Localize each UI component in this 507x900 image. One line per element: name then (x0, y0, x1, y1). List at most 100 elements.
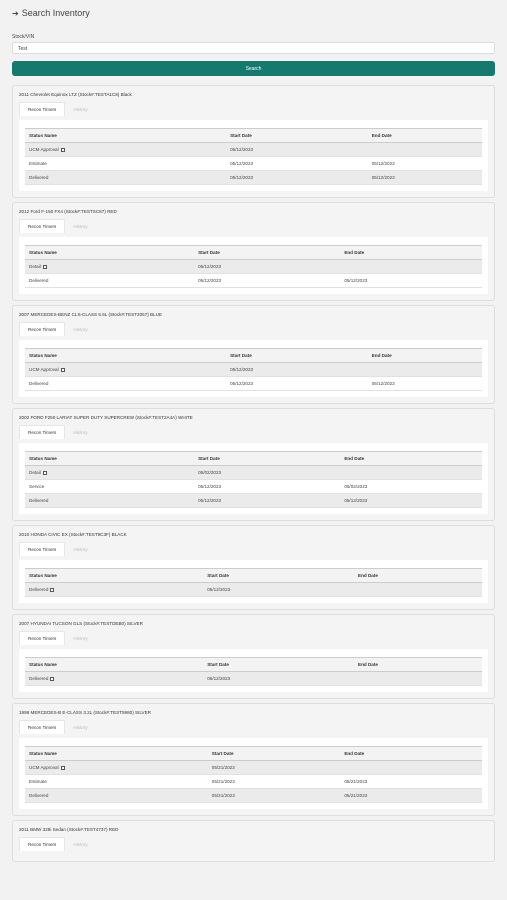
table-row: UCM Approval 05/21/2023 (25, 760, 482, 775)
status-cell[interactable]: Delivered (25, 582, 204, 597)
external-link-icon[interactable] (50, 587, 55, 592)
recon-timers-panel: Status Name Start Date End Date UCM Approva… (19, 738, 488, 809)
table-row: Delivered 05/12/2023 (25, 671, 482, 686)
vehicle-tabs: Recon Timers History (19, 425, 488, 439)
tab-history[interactable]: History (65, 542, 95, 556)
vehicle-card: 2012 Ford F-150 FX4 (Stock#:TESTSC87) RE… (12, 202, 495, 301)
stock-vin-input[interactable]: Test (12, 42, 495, 54)
search-button[interactable]: Search (12, 61, 495, 76)
tab-recon-timers[interactable]: Recon Timers (19, 720, 66, 734)
tab-history[interactable]: History (65, 102, 95, 116)
table-row: Delivered 05/21/2023 05/21/2023 (25, 788, 482, 803)
external-link-icon[interactable] (60, 765, 65, 770)
vehicle-title: 2011 BMW 328i Sedan (Stock#:TEST4737) RE… (19, 826, 119, 832)
tab-history[interactable]: History (65, 837, 95, 851)
status-cell[interactable]: UCM Approval (25, 760, 208, 775)
column-header: End Date (340, 451, 482, 466)
end-date-cell (354, 582, 482, 597)
status-name[interactable]: UCM Approval (29, 147, 59, 152)
table-row: Estimate 05/12/2023 05/12/2023 (25, 156, 482, 171)
tab-recon-timers[interactable]: Recon Timers (19, 425, 66, 439)
start-date-cell: 05/12/2023 (194, 493, 341, 508)
status-cell[interactable]: Detail (25, 259, 195, 274)
page-title: Search Inventory (21, 8, 90, 18)
external-link-icon[interactable] (60, 367, 65, 372)
tab-recon-timers[interactable]: Recon Timers (19, 837, 66, 851)
status-cell[interactable]: Detail (25, 465, 195, 480)
status-name[interactable]: Detail (29, 470, 41, 475)
stock-vin-label: Stock/VIN (12, 34, 35, 40)
status-cell[interactable]: Delivered (25, 671, 204, 686)
tab-history[interactable]: History (65, 219, 95, 233)
external-link-icon[interactable] (42, 264, 47, 269)
column-header: End Date (367, 348, 482, 363)
column-header: Start Date (207, 746, 341, 761)
status-name[interactable]: UCM Approval (29, 765, 59, 770)
status-cell: Delivered (25, 273, 195, 288)
tab-recon-timers[interactable]: Recon Timers (19, 219, 66, 233)
search-inventory-page: ➔ Search Inventory Stock/VIN Test Search… (0, 0, 507, 900)
start-date-cell: 05/12/2023 (226, 156, 368, 171)
status-name: Service (29, 484, 45, 489)
column-header: Status Name (25, 245, 195, 260)
end-date-cell: 05/21/2023 (340, 788, 482, 803)
vehicle-tabs: Recon Timers History (19, 837, 488, 851)
column-header: Status Name (25, 128, 227, 143)
vehicle-tabs: Recon Timers History (19, 720, 488, 734)
external-link-icon[interactable] (50, 676, 55, 681)
vehicle-title: 2011 Chevrolet Equinox LTZ (Stock#:TESTA… (19, 91, 132, 97)
end-date-cell: 05/12/2023 (367, 170, 482, 185)
tab-recon-timers[interactable]: Recon Timers (19, 631, 66, 645)
status-cell: Estimate (25, 774, 208, 789)
vehicle-tabs: Recon Timers History (19, 322, 488, 336)
status-cell: Delivered (25, 170, 227, 185)
table-row: Service 05/12/2023 05/02/2023 (25, 479, 482, 494)
tab-history[interactable]: History (65, 322, 95, 336)
vehicle-card: 2011 BMW 328i Sedan (Stock#:TEST4737) RE… (12, 820, 495, 862)
status-name[interactable]: Delivered (29, 587, 48, 592)
vehicle-list: 2011 Chevrolet Equinox LTZ (Stock#:TESTA… (12, 85, 495, 862)
column-header: Status Name (25, 746, 208, 761)
status-cell: Estimate (25, 156, 227, 171)
status-name[interactable]: Delivered (29, 676, 48, 681)
status-name[interactable]: UCM Approval (29, 367, 59, 372)
tab-recon-timers[interactable]: Recon Timers (19, 322, 66, 336)
recon-timers-table: Status Name Start Date End Date Delivered 05… (25, 568, 482, 597)
tab-history[interactable]: History (65, 720, 95, 734)
start-date-cell: 05/12/2023 (194, 259, 341, 274)
tab-recon-timers[interactable]: Recon Timers (19, 542, 66, 556)
tab-history[interactable]: History (65, 631, 95, 645)
column-header: End Date (354, 568, 482, 583)
column-header: Status Name (25, 568, 204, 583)
tab-history[interactable]: History (65, 425, 95, 439)
vehicle-card: 2010 HONDA CIVIC EX (Stock#:TEST9C3F) BL… (12, 525, 495, 610)
status-name[interactable]: Detail (29, 264, 41, 269)
vehicle-title: 2002 FORD F250 LARIAT SUPER DUTY SUPERCR… (19, 414, 193, 420)
external-link-icon[interactable] (60, 147, 65, 152)
vehicle-title: 2010 HONDA CIVIC EX (Stock#:TEST9C3F) BL… (19, 531, 127, 537)
end-date-cell (367, 142, 482, 157)
status-cell[interactable]: UCM Approval (25, 142, 227, 157)
column-header: Start Date (194, 451, 341, 466)
column-header: Start Date (226, 128, 368, 143)
recon-timers-table: Status Name Start Date End Date Detail 05/12… (25, 245, 482, 288)
vehicle-card: 2007 MERCEDES-BENZ CLS-CLASS 5.5L (Stock… (12, 305, 495, 404)
vehicle-tabs: Recon Timers History (19, 219, 488, 233)
end-date-cell (340, 760, 482, 775)
status-name: Estimate (29, 779, 47, 784)
tab-recon-timers[interactable]: Recon Timers (19, 102, 66, 116)
vehicle-title: 2007 MERCEDES-BENZ CLS-CLASS 5.5L (Stock… (19, 311, 163, 317)
arrow-right-icon: ➔ (12, 8, 19, 18)
start-date-cell: 05/12/2023 (226, 142, 368, 157)
status-cell: Delivered (25, 493, 195, 508)
start-date-cell: 05/12/2023 (226, 170, 368, 185)
start-date-cell: 05/21/2023 (207, 788, 341, 803)
end-date-cell: 05/12/2023 (367, 156, 482, 171)
status-name: Delivered (29, 278, 49, 283)
status-cell[interactable]: UCM Approval (25, 362, 227, 377)
vehicle-title: 1998 MERCEDES-B E-CLASS 3.2L (Stock#:TES… (19, 709, 151, 715)
column-header: Status Name (25, 348, 227, 363)
start-date-cell: 05/12/2023 (226, 362, 368, 377)
external-link-icon[interactable] (42, 470, 47, 475)
start-date-cell: 05/12/2023 (226, 376, 368, 391)
